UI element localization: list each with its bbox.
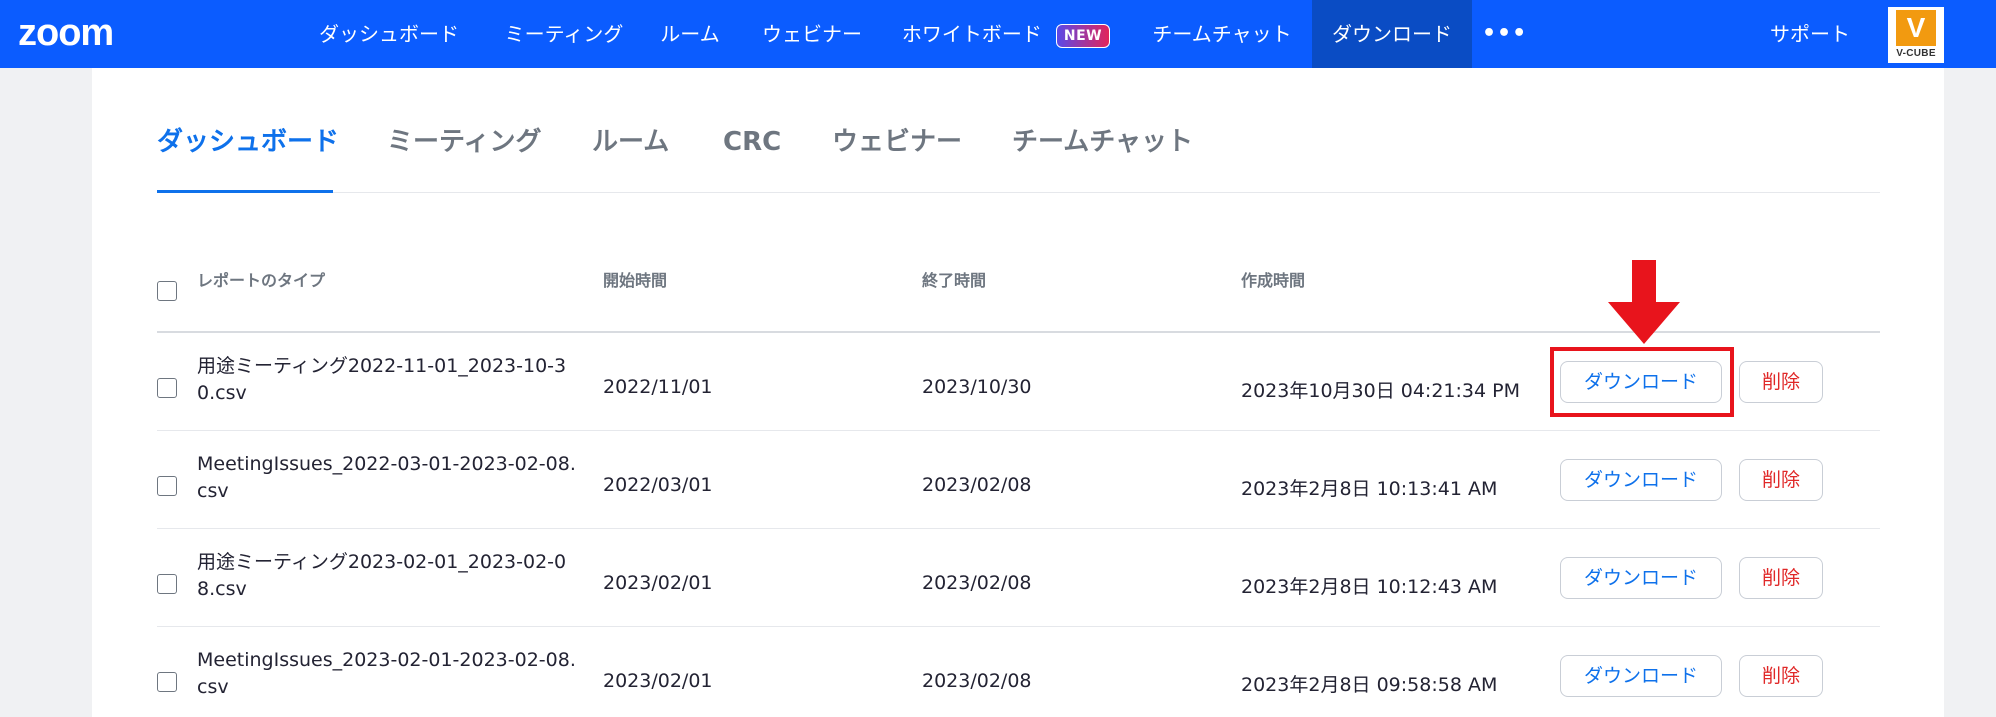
report-file-name: 用途ミーティング2022-11-01_2023-10-30.csv xyxy=(197,355,567,404)
arrow-down-icon xyxy=(1608,260,1680,344)
top-navigation-bar: zoom ダッシュボード ミーティング ルーム ウェビナー ホワイトボード NEW… xyxy=(0,0,1996,68)
tab-rooms[interactable]: ルーム xyxy=(592,118,669,166)
row-divider xyxy=(157,528,1880,529)
column-header-end-time[interactable]: 終了時間 xyxy=(922,271,986,291)
vcube-logo-text: V-CUBE xyxy=(1896,48,1936,59)
tab-webinars[interactable]: ウェビナー xyxy=(832,118,962,166)
download-button[interactable]: ダウンロード xyxy=(1560,655,1722,697)
row-checkbox[interactable] xyxy=(157,476,177,496)
start-date: 2022/03/01 xyxy=(603,474,713,496)
end-date: 2023/10/30 xyxy=(922,376,1032,398)
support-link[interactable]: サポート xyxy=(1760,0,1860,68)
column-header-start-time[interactable]: 開始時間 xyxy=(603,271,667,291)
nav-item-whiteboards[interactable]: ホワイトボード NEW xyxy=(896,0,1116,68)
delete-button[interactable]: 削除 xyxy=(1739,459,1823,501)
vcube-logo[interactable]: V V-CUBE xyxy=(1888,7,1944,63)
zoom-logo[interactable]: zoom xyxy=(18,10,114,56)
active-tab-indicator xyxy=(157,190,333,193)
delete-button[interactable]: 削除 xyxy=(1739,557,1823,599)
tab-crc[interactable]: CRC xyxy=(723,118,781,166)
column-header-report-type[interactable]: レポートのタイプ xyxy=(197,271,325,291)
nav-item-rooms[interactable]: ルーム xyxy=(652,0,728,68)
created-time: 2023年2月8日 10:12:43 AM xyxy=(1241,576,1498,598)
column-header-created-time[interactable]: 作成時間 xyxy=(1241,271,1305,291)
row-divider xyxy=(157,430,1880,431)
download-button[interactable]: ダウンロード xyxy=(1560,459,1722,501)
tab-team-chat[interactable]: チームチャット xyxy=(1012,118,1193,166)
tab-meetings[interactable]: ミーティング xyxy=(387,118,541,166)
start-date: 2023/02/01 xyxy=(603,670,713,692)
report-file-name: 用途ミーティング2023-02-01_2023-02-08.csv xyxy=(197,551,567,600)
tabs-divider xyxy=(157,192,1880,193)
nav-item-meetings[interactable]: ミーティング xyxy=(490,0,638,68)
nav-item-download[interactable]: ダウンロード xyxy=(1312,0,1472,68)
row-divider xyxy=(157,626,1880,627)
end-date: 2023/02/08 xyxy=(922,572,1032,594)
more-horizontal-icon[interactable]: ••• xyxy=(1482,0,1526,68)
report-file-name: MeetingIssues_2023-02-01-2023-02-08.csv xyxy=(197,649,576,698)
end-date: 2023/02/08 xyxy=(922,670,1032,692)
download-button[interactable]: ダウンロード xyxy=(1560,557,1722,599)
row-checkbox[interactable] xyxy=(157,378,177,398)
tab-dashboard[interactable]: ダッシュボード xyxy=(157,118,339,166)
vcube-mark-icon: V xyxy=(1896,10,1936,46)
end-date: 2023/02/08 xyxy=(922,474,1032,496)
created-time: 2023年10月30日 04:21:34 PM xyxy=(1241,380,1520,402)
new-badge: NEW xyxy=(1055,23,1111,48)
nav-item-webinars[interactable]: ウェビナー xyxy=(752,0,872,68)
created-time: 2023年2月8日 10:13:41 AM xyxy=(1241,478,1498,500)
start-date: 2022/11/01 xyxy=(603,376,713,398)
delete-button[interactable]: 削除 xyxy=(1739,361,1823,403)
report-file-name: MeetingIssues_2022-03-01-2023-02-08.csv xyxy=(197,453,576,502)
created-time: 2023年2月8日 09:58:58 AM xyxy=(1241,674,1498,696)
nav-item-team-chat[interactable]: チームチャット xyxy=(1142,0,1302,68)
delete-button[interactable]: 削除 xyxy=(1739,655,1823,697)
select-all-checkbox[interactable] xyxy=(157,281,177,301)
download-highlight-box xyxy=(1550,347,1734,417)
start-date: 2023/02/01 xyxy=(603,572,713,594)
row-checkbox[interactable] xyxy=(157,574,177,594)
report-card: ダッシュボード ミーティング ルーム CRC ウェビナー チームチャット レポー… xyxy=(92,68,1944,717)
nav-item-dashboard[interactable]: ダッシュボード xyxy=(304,0,474,68)
row-checkbox[interactable] xyxy=(157,672,177,692)
